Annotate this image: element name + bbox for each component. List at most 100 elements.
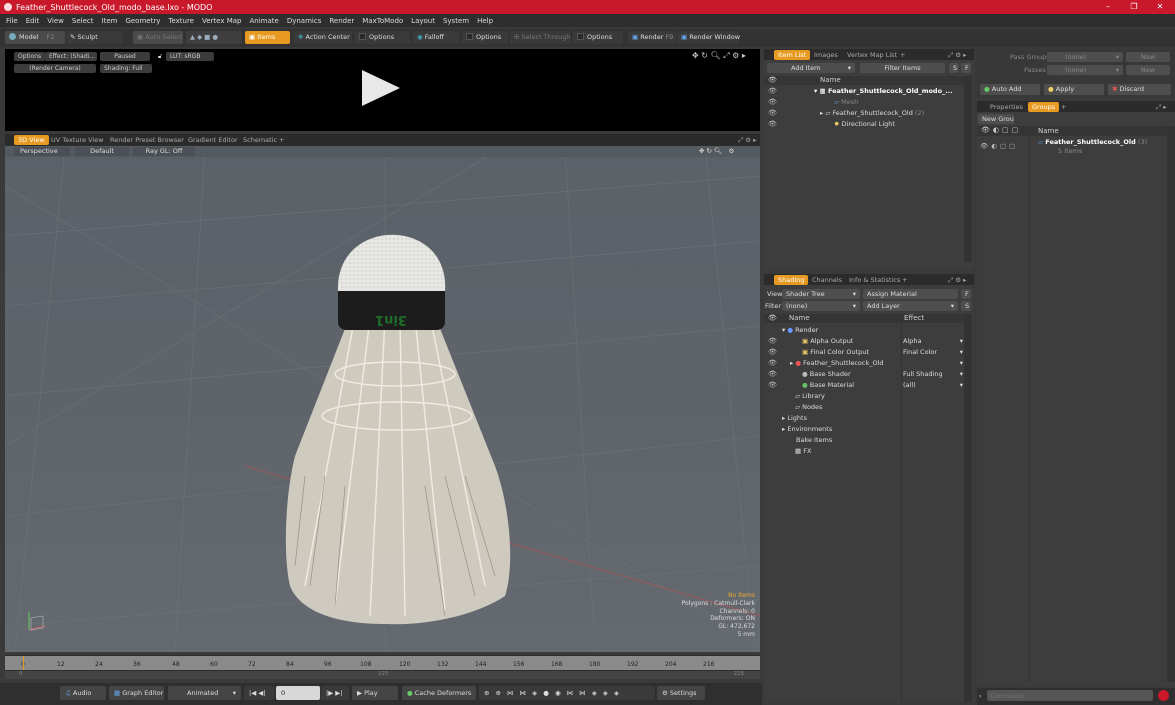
options-button-3[interactable]: Options bbox=[573, 31, 623, 44]
menu-vertex-map[interactable]: Vertex Map bbox=[202, 17, 242, 25]
shader-row-fx[interactable]: ▦ FX bbox=[795, 447, 811, 455]
shading-scrollbar[interactable] bbox=[964, 314, 972, 702]
shader-row-final-color[interactable]: ▣ Final Color Output bbox=[802, 348, 869, 356]
discard-button[interactable]: ✖ Discard bbox=[1108, 84, 1171, 95]
shader-row-nodes[interactable]: ▱ Nodes bbox=[795, 403, 822, 411]
add-item-dropdown[interactable]: Add Item ▾ bbox=[767, 63, 855, 73]
shader-row-bake-items[interactable]: Bake Items bbox=[796, 436, 832, 444]
playhead[interactable] bbox=[23, 656, 24, 670]
pass-groups-dropdown[interactable]: (none) ▾ bbox=[1047, 52, 1123, 62]
maximize-button[interactable]: ❐ bbox=[1123, 0, 1145, 14]
menu-select[interactable]: Select bbox=[72, 17, 94, 25]
visibility-toggle[interactable]: 👁︎ bbox=[768, 109, 777, 117]
preview-options-button[interactable]: Options bbox=[14, 52, 46, 61]
viewport-3d[interactable]: 3in1 bbox=[5, 146, 760, 652]
frame-input[interactable]: 0 bbox=[276, 686, 320, 700]
select-through-button[interactable]: ✣ Select Through bbox=[510, 31, 571, 44]
shader-row-environments[interactable]: ▸ Environments bbox=[782, 425, 832, 433]
auto-select-button[interactable]: ▣ Auto Select bbox=[133, 31, 183, 44]
minimize-button[interactable]: – bbox=[1097, 0, 1119, 14]
group-row[interactable]: ▱ Feather_Shuttlecock_Old (3) bbox=[1038, 138, 1147, 146]
tab-add[interactable]: + bbox=[275, 135, 288, 145]
close-button[interactable]: ✕ bbox=[1149, 0, 1171, 14]
menu-texture[interactable]: Texture bbox=[168, 17, 194, 25]
filter-dropdown[interactable]: (none) ▾ bbox=[782, 301, 860, 311]
visibility-toggle[interactable]: 👁︎ bbox=[768, 381, 777, 389]
menu-geometry[interactable]: Geometry bbox=[125, 17, 160, 25]
tab-item-list[interactable]: Item List bbox=[774, 50, 811, 60]
shading-dropdown[interactable]: Shading: Full bbox=[100, 64, 152, 73]
tab-properties[interactable]: Properties bbox=[986, 102, 1027, 112]
passes-dropdown[interactable]: (none) ▾ bbox=[1047, 65, 1123, 75]
tab-render-preset-browser[interactable]: Render Preset Browser bbox=[106, 135, 188, 145]
shader-row-library[interactable]: ▱ Library bbox=[795, 392, 825, 400]
default-dropdown[interactable]: Default bbox=[75, 147, 129, 156]
lock-icon[interactable]: 🔓︎ bbox=[154, 52, 166, 61]
transport-back-buttons[interactable]: |◀ ◀| bbox=[244, 686, 274, 700]
visibility-toggle[interactable]: 👁︎ bbox=[768, 120, 777, 128]
tree-item-shuttlecock[interactable]: ▸ ▱ Feather_Shuttlecock_Old (2) bbox=[820, 109, 924, 117]
render-button[interactable]: ▣ Render F9 bbox=[628, 31, 676, 44]
shader-row-base-shader[interactable]: ● Base Shader bbox=[802, 370, 851, 378]
shader-row-material-group[interactable]: ▸ ● Feather_Shuttlecock_Old bbox=[790, 359, 884, 367]
menu-edit[interactable]: Edit bbox=[26, 17, 40, 25]
panel-options-icon[interactable]: ⤢ ▸ bbox=[1152, 102, 1171, 112]
tab-images[interactable]: Images bbox=[810, 50, 842, 60]
tree-item-light[interactable]: ✸ Directional Light bbox=[834, 120, 895, 128]
tab-add[interactable]: + bbox=[898, 275, 911, 285]
render-camera-dropdown[interactable]: (Render Camera) bbox=[14, 64, 96, 73]
assign-material-button[interactable]: Assign Material bbox=[863, 289, 958, 299]
animated-dropdown[interactable]: Animated ▾ bbox=[168, 686, 241, 700]
settings-button[interactable]: ⚙ Settings bbox=[657, 686, 705, 700]
tab-shading[interactable]: Shading bbox=[774, 275, 809, 285]
selection-mode-icons[interactable]: ▲ ◆ ■ ● bbox=[186, 31, 242, 44]
command-input[interactable] bbox=[987, 690, 1153, 701]
options-button-1[interactable]: Options bbox=[355, 31, 410, 44]
tab-gradient-editor[interactable]: Gradient Editor bbox=[184, 135, 242, 145]
shading-s-button[interactable]: S bbox=[961, 301, 971, 311]
graph-editor-button[interactable]: ▦ Graph Editor bbox=[109, 686, 164, 700]
visibility-toggle[interactable]: 👁︎ bbox=[768, 337, 777, 345]
add-layer-dropdown[interactable]: Add Layer ▾ bbox=[863, 301, 958, 311]
filter-s-button[interactable]: S bbox=[949, 63, 959, 73]
menu-item[interactable]: Item bbox=[102, 17, 118, 25]
effect-all[interactable]: (all) ▾ bbox=[903, 381, 963, 389]
groups-scrollbar[interactable] bbox=[1167, 126, 1175, 682]
tab-info-statistics[interactable]: Info & Statistics bbox=[845, 275, 904, 285]
visibility-toggle[interactable]: 👁︎ bbox=[768, 87, 777, 95]
sculpt-button[interactable]: ✎ Sculpt bbox=[66, 31, 122, 44]
viewport-nav-icons[interactable]: ✥ ↻ 🔍︎ ⚙ bbox=[693, 147, 740, 156]
tab-add[interactable]: + bbox=[896, 50, 909, 60]
panel-options-icon[interactable]: ⤢ ⚙ ▸ bbox=[944, 50, 970, 60]
shuttlecock-model[interactable]: 3in1 bbox=[285, 234, 511, 625]
shader-row-lights[interactable]: ▸ Lights bbox=[782, 414, 807, 422]
cache-deformers-button[interactable]: ● Cache Deformers bbox=[402, 686, 476, 700]
auto-add-button[interactable]: ● Auto Add bbox=[980, 84, 1040, 95]
timeline-ruler[interactable]: 0 12 24 36 48 60 72 84 96 108 120 132 14… bbox=[5, 656, 760, 670]
apply-button[interactable]: ● Apply bbox=[1044, 84, 1104, 95]
preview-effect-dropdown[interactable]: Effect: (Shadi... bbox=[45, 52, 97, 61]
falloff-button[interactable]: ◉ Falloff bbox=[413, 31, 459, 44]
preview-nav-icons[interactable]: ✥ ↻ 🔍︎ ⤢ ⚙ ▸ bbox=[688, 51, 750, 60]
perspective-dropdown[interactable]: Perspective bbox=[14, 147, 70, 156]
visibility-toggle[interactable]: 👁︎ bbox=[768, 348, 777, 356]
panel-options-icon[interactable]: ⤢ ⚙ ▸ bbox=[944, 275, 970, 285]
raygl-dropdown[interactable]: Ray GL: Off bbox=[133, 147, 195, 156]
lut-dropdown[interactable]: LUT: sRGB bbox=[166, 52, 214, 61]
preview-paused-button[interactable]: Paused bbox=[100, 52, 150, 61]
view-dropdown[interactable]: Shader Tree ▾ bbox=[782, 289, 860, 299]
group-toggles[interactable]: 👁︎◐▢▢ bbox=[980, 142, 1018, 150]
tab-3d-view[interactable]: 3D View bbox=[14, 135, 49, 145]
render-window-button[interactable]: ▣ Render Window bbox=[677, 31, 740, 44]
filter-f-button[interactable]: F bbox=[961, 63, 971, 73]
menu-maxtomodo[interactable]: MaxToModo bbox=[362, 17, 403, 25]
key-tool-icons[interactable]: ⊕ ⊕ ⋈ ⋈ ◈ ● ◉ ⋈ ⋈ ◈ ◈ ◈ bbox=[479, 686, 655, 700]
filter-items-field[interactable]: Filter Items bbox=[860, 63, 945, 73]
tab-uv-texture-view[interactable]: UV Texture View bbox=[47, 135, 108, 145]
tab-add[interactable]: + bbox=[1057, 102, 1070, 112]
tab-groups[interactable]: Groups bbox=[1028, 102, 1060, 112]
effect-final-color[interactable]: Final Color ▾ bbox=[903, 348, 963, 356]
model-mode-button[interactable]: Model F2 bbox=[5, 31, 65, 44]
timeline-range[interactable]: 0 225 225 bbox=[5, 671, 760, 679]
tree-item-mesh[interactable]: ▱ Mesh bbox=[834, 98, 858, 106]
